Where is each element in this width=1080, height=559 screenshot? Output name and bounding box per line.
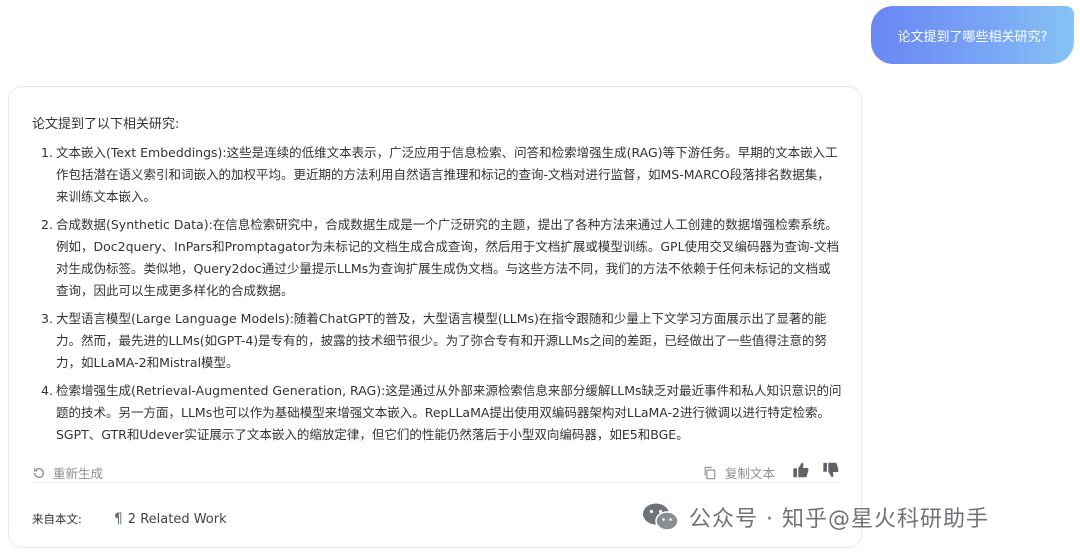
answer-item: 4. 检索增强生成(Retrieval-Augmented Generation… [32, 380, 842, 446]
refresh-icon [33, 467, 45, 478]
copy-icon [704, 466, 716, 479]
user-message-bubble: 论文提到了哪些相关研究? [871, 6, 1074, 64]
answer-intro: 论文提到了以下相关研究: [32, 117, 180, 132]
answer-item-number: 1. [41, 145, 53, 160]
copy-text-label: 复制文本 [725, 466, 776, 481]
answer-card: 论文提到了以下相关研究: 1. 文本嵌入(Text Embeddings):这些… [8, 86, 862, 548]
source-section-link[interactable]: ¶ 2 Related Work [114, 511, 227, 527]
paragraph-icon: ¶ [113, 511, 123, 527]
answer-item-number: 3. [41, 311, 53, 326]
thumb-down-icon[interactable] [822, 461, 840, 479]
answer-item: 3. 大型语言模型(Large Language Models):随着ChatG… [32, 308, 842, 374]
answer-item-text: 文本嵌入(Text Embeddings):这些是连续的低维文本表示，广泛应用于… [56, 145, 838, 204]
source-label: 来自本文: [32, 512, 82, 526]
source-section-text: 2 Related Work [127, 511, 227, 527]
answer-item-text: 检索增强生成(Retrieval-Augmented Generation, R… [56, 383, 842, 442]
answer-item-text: 合成数据(Synthetic Data):在信息检索研究中，合成数据生成是一个广… [56, 217, 840, 298]
regenerate-button[interactable]: 重新生成 [32, 463, 103, 482]
answer-item-text: 大型语言模型(Large Language Models):随着ChatGPT的… [56, 311, 827, 370]
copy-text-button[interactable]: 复制文本 [703, 463, 775, 482]
watermark-text: 公众号 · 知乎@星火科研助手 [689, 507, 989, 532]
thumb-up-icon[interactable] [792, 461, 810, 479]
user-message-text: 论文提到了哪些相关研究? [897, 29, 1048, 45]
divider [32, 482, 841, 483]
answer-list: 1. 文本嵌入(Text Embeddings):这些是连续的低维文本表示，广泛… [32, 142, 842, 452]
answer-item-number: 4. [41, 383, 53, 398]
watermark: 公众号 · 知乎@星火科研助手 [641, 497, 989, 537]
answer-item: 2. 合成数据(Synthetic Data):在信息检索研究中，合成数据生成是… [32, 214, 842, 302]
source-row: 来自本文: ¶ 2 Related Work [32, 511, 227, 527]
answer-item: 1. 文本嵌入(Text Embeddings):这些是连续的低维文本表示，广泛… [32, 142, 842, 208]
wechat-icon [643, 503, 679, 531]
regenerate-label: 重新生成 [53, 466, 104, 481]
answer-item-number: 2. [41, 217, 53, 232]
